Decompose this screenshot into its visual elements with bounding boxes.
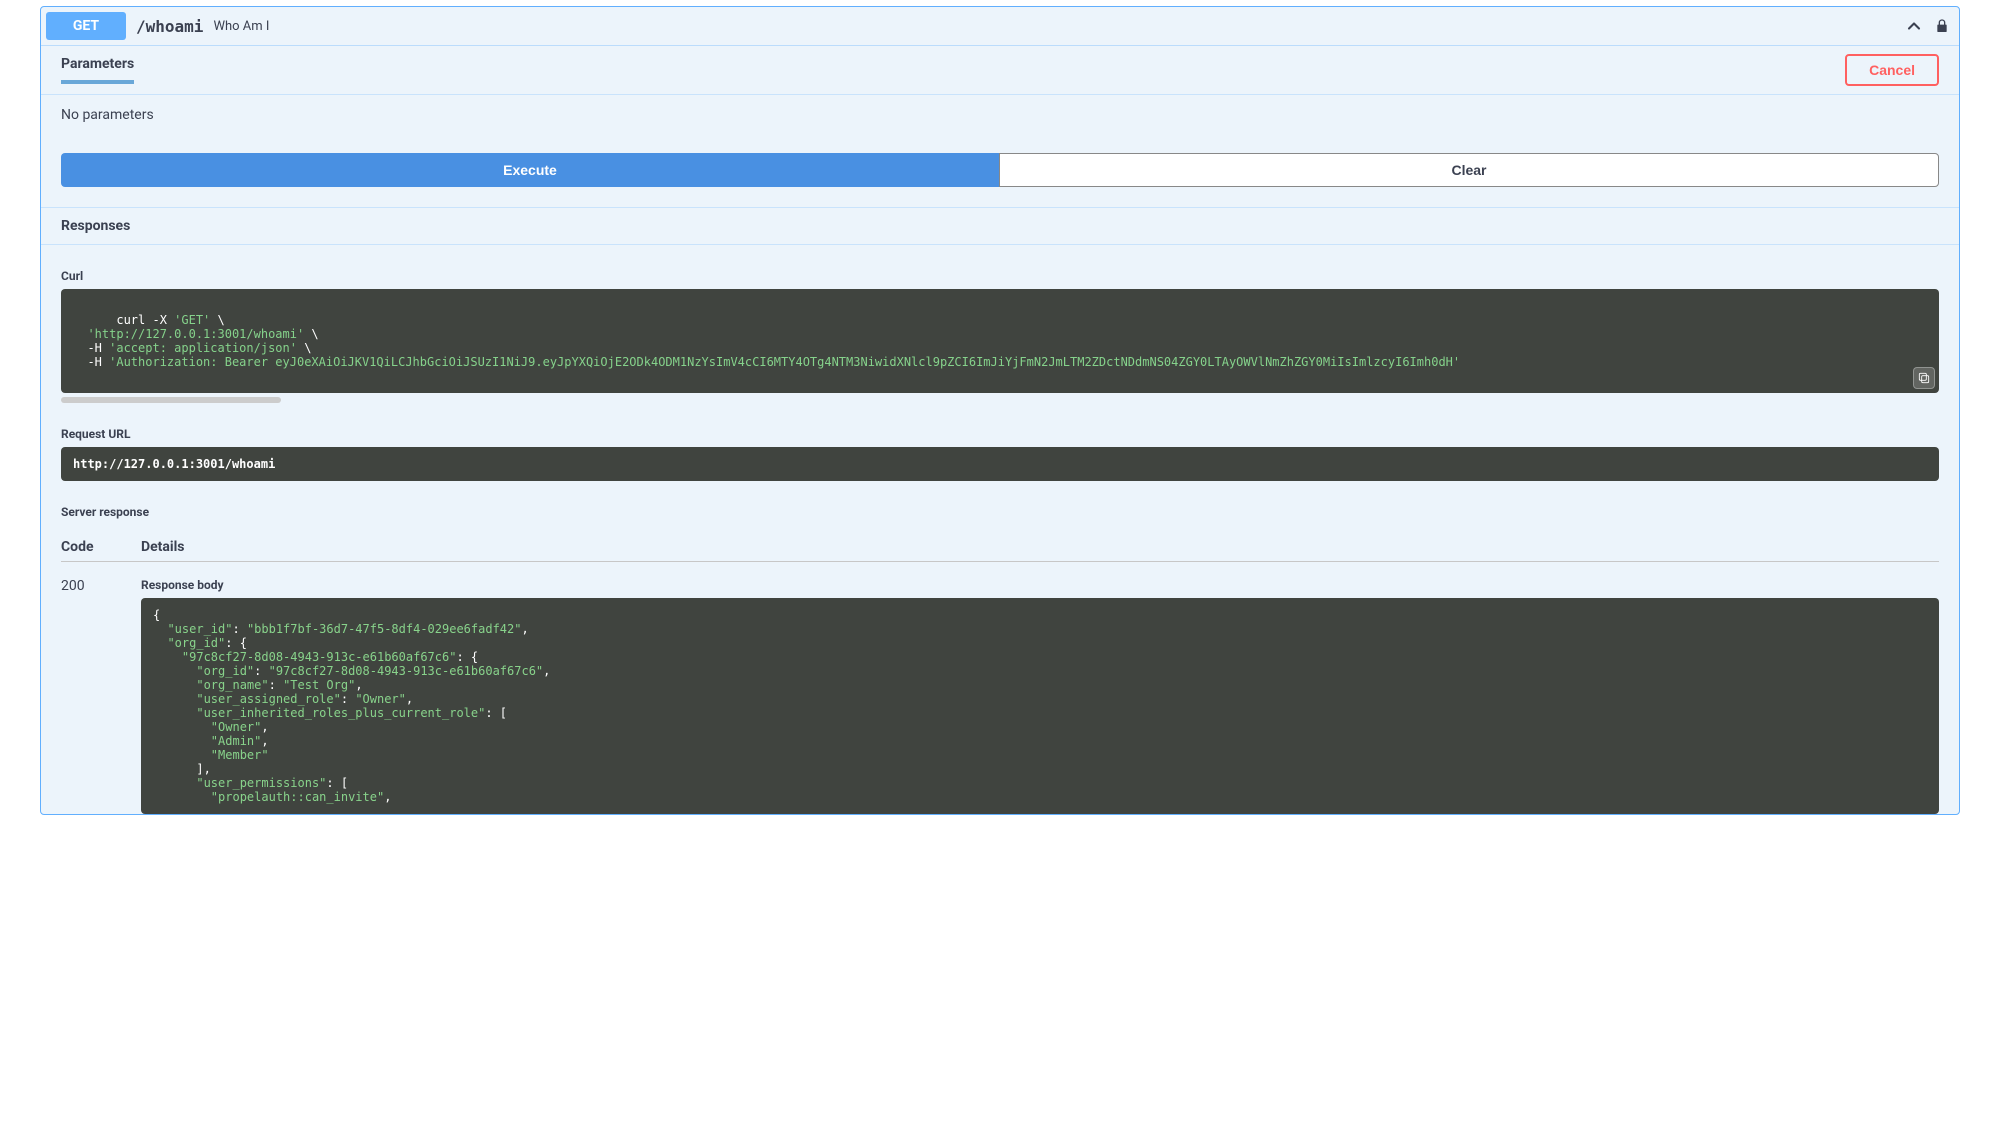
clear-button[interactable]: Clear: [999, 153, 1939, 187]
curl-code-block[interactable]: curl -X 'GET' \ 'http://127.0.0.1:3001/w…: [61, 289, 1939, 393]
endpoint-summary: Who Am I: [213, 19, 1904, 34]
operation-header[interactable]: GET /whoami Who Am I: [41, 7, 1959, 46]
curl-label: Curl: [61, 269, 1939, 283]
lock-icon[interactable]: [1934, 17, 1950, 35]
response-body-block[interactable]: { "user_id": "bbb1f7bf-36d7-47f5-8df4-02…: [141, 598, 1939, 814]
copy-icon[interactable]: [1913, 367, 1935, 389]
parameters-header-row: Parameters Cancel: [41, 46, 1959, 94]
response-table-header: Code Details: [61, 539, 1939, 562]
status-code: 200: [61, 572, 141, 814]
response-body-label: Response body: [141, 578, 1939, 592]
chevron-up-icon[interactable]: [1904, 16, 1924, 36]
scrollbar[interactable]: [61, 397, 281, 403]
responses-heading: Responses: [41, 208, 1959, 244]
execute-button[interactable]: Execute: [61, 153, 999, 187]
details-column-header: Details: [141, 539, 1939, 555]
responses-section: Curl curl -X 'GET' \ 'http://127.0.0.1:3…: [41, 269, 1959, 814]
operation-panel: GET /whoami Who Am I Parameters Cancel N…: [40, 6, 1960, 815]
request-url-value: http://127.0.0.1:3001/whoami: [73, 457, 275, 471]
http-method-badge: GET: [46, 12, 126, 40]
response-details: Response body { "user_id": "bbb1f7bf-36d…: [141, 572, 1939, 814]
endpoint-path: /whoami: [136, 17, 203, 36]
server-response-label: Server response: [61, 505, 1939, 519]
cancel-button[interactable]: Cancel: [1845, 54, 1939, 86]
action-button-row: Execute Clear: [41, 153, 1959, 207]
request-url-label: Request URL: [61, 427, 1939, 441]
request-url-block[interactable]: http://127.0.0.1:3001/whoami: [61, 447, 1939, 481]
code-column-header: Code: [61, 539, 141, 555]
response-row: 200 Response body { "user_id": "bbb1f7bf…: [61, 572, 1939, 814]
divider: [41, 244, 1959, 245]
no-parameters-text: No parameters: [41, 95, 1959, 153]
parameters-tab[interactable]: Parameters: [61, 56, 134, 84]
